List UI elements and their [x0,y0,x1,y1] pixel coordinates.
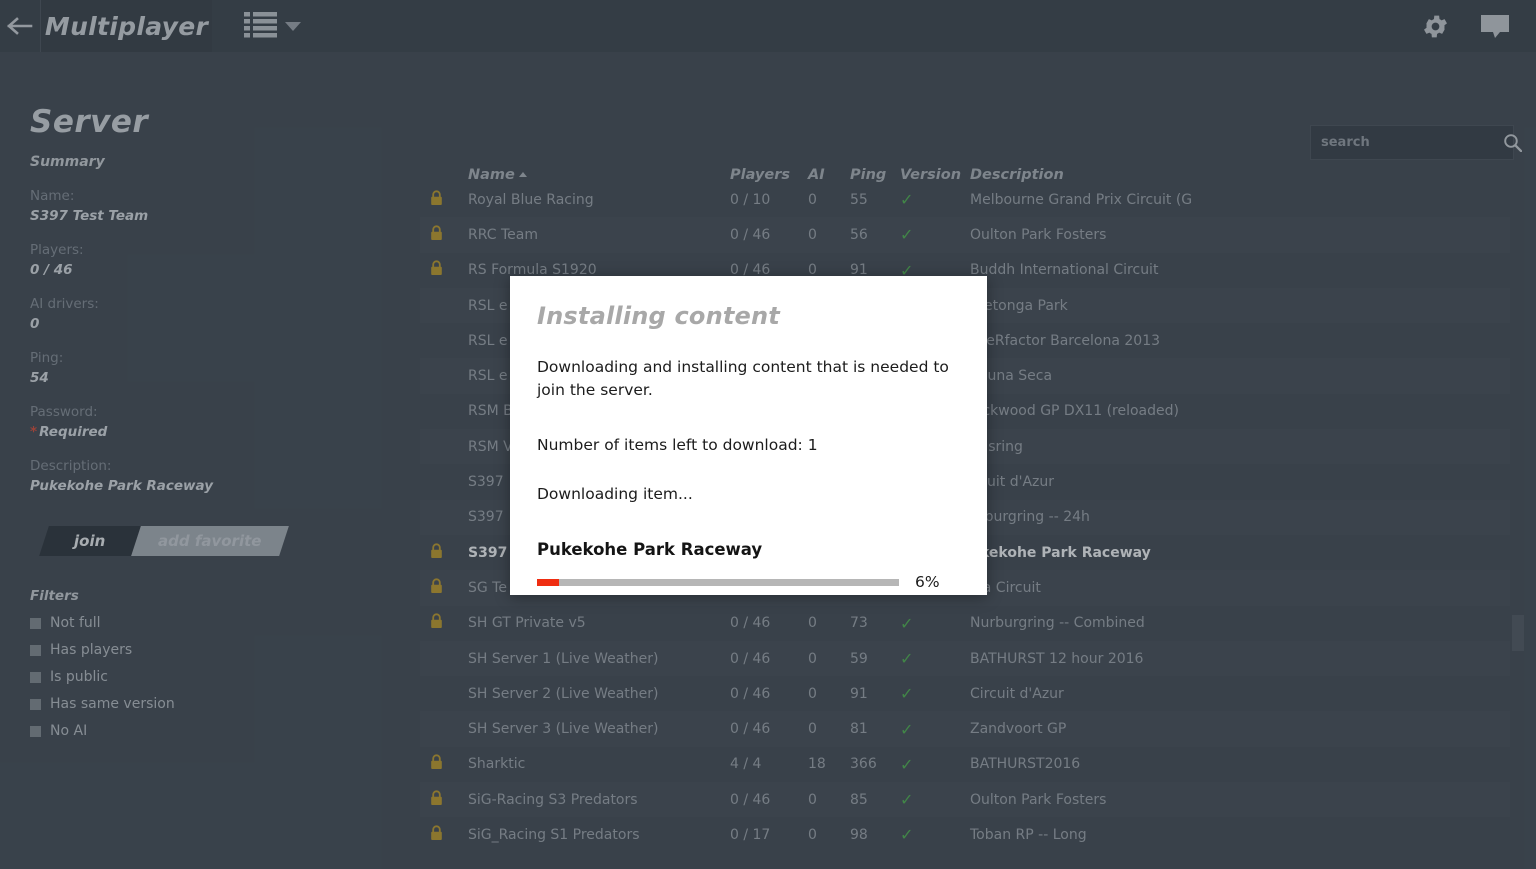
dialog-title: Installing content [537,302,780,330]
download-item-name: Pukekohe Park Raceway [537,540,763,559]
download-progress: 6% [537,573,960,591]
dialog-items-left: Number of items left to download: 1 [537,435,818,454]
progress-bar-track [537,578,899,586]
progress-bar-fill [537,578,559,586]
dialog-body-text: Downloading and installing content that … [537,358,949,400]
progress-percent-label: 6% [915,573,940,591]
installing-content-dialog: Installing content Downloading and insta… [510,276,987,595]
multiplayer-screen: Multiplayer Server Summary Name: S397 Te… [0,0,1536,869]
dialog-status-text: Downloading item... [537,484,693,503]
